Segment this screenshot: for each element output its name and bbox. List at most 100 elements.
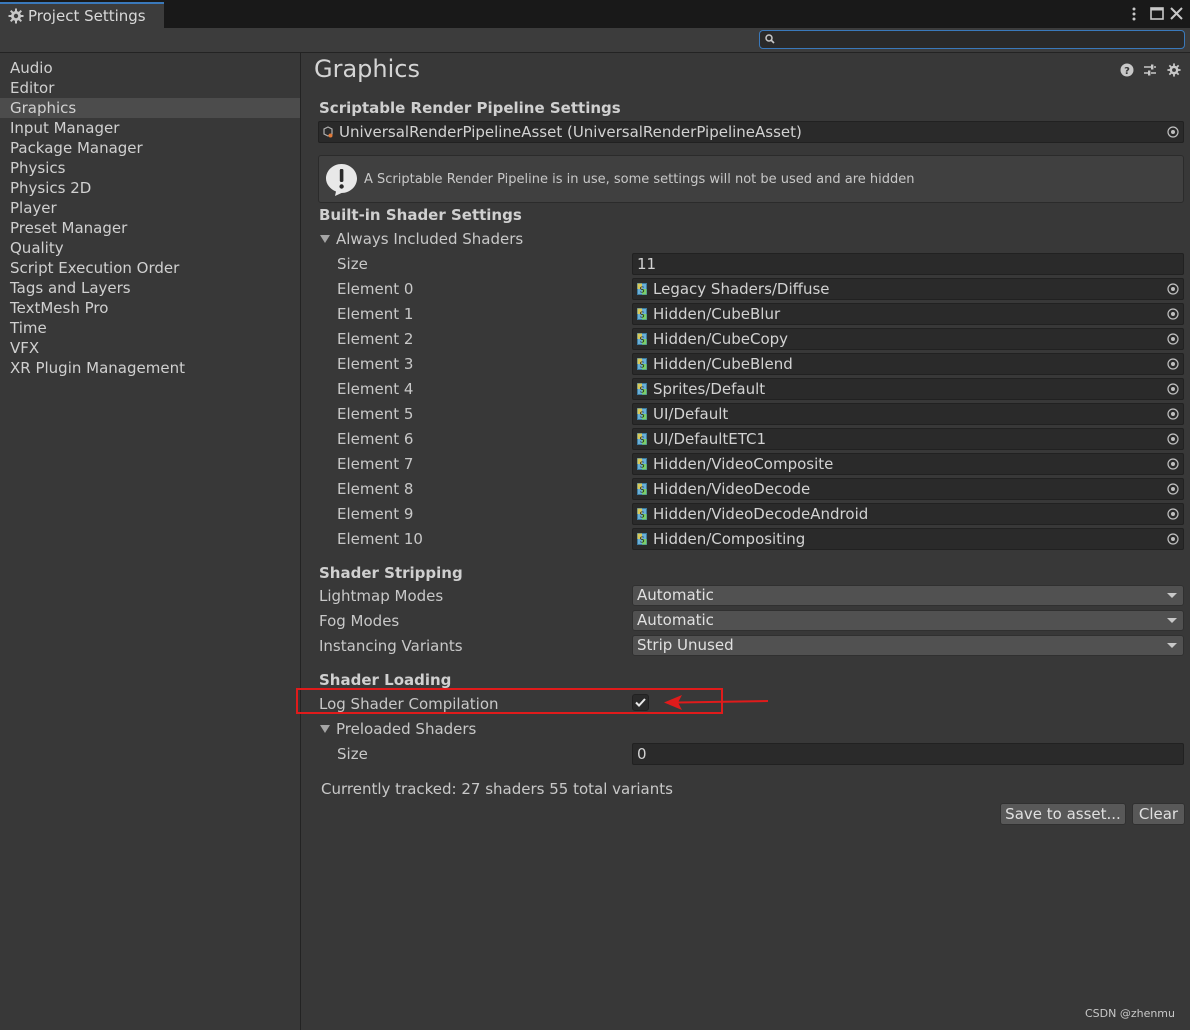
dropdown-arrow-icon	[1167, 593, 1177, 598]
object-picker-icon[interactable]	[1167, 126, 1179, 138]
shader-field[interactable]: S Hidden/Compositing	[632, 528, 1184, 550]
object-picker-icon[interactable]	[1167, 408, 1179, 420]
shader-icon: S	[637, 483, 647, 495]
object-picker-icon[interactable]	[1167, 383, 1179, 395]
shader-name: Hidden/VideoDecodeAndroid	[653, 505, 869, 523]
svg-text:S: S	[639, 461, 644, 470]
sidebar-item-graphics[interactable]: Graphics	[0, 98, 300, 118]
search-input[interactable]	[759, 30, 1185, 49]
shader-icon: S	[637, 508, 647, 520]
svg-text:S: S	[639, 361, 644, 370]
gear-icon	[8, 8, 24, 24]
page-title: Graphics	[314, 55, 420, 83]
preset-icon[interactable]	[1143, 63, 1157, 77]
settings-gear-icon[interactable]	[1167, 63, 1181, 77]
sidebar-item-physics-2d[interactable]: Physics 2D	[0, 178, 300, 198]
element-label: Element 5	[337, 405, 414, 423]
shader-field[interactable]: S UI/DefaultETC1	[632, 428, 1184, 450]
sidebar-item-editor[interactable]: Editor	[0, 78, 300, 98]
always-included-foldout[interactable]: Always Included Shaders	[320, 230, 523, 248]
preloaded-shaders-label: Preloaded Shaders	[336, 720, 477, 738]
lightmap-modes-label: Lightmap Modes	[319, 587, 444, 605]
annotation-highlight-box	[296, 688, 723, 714]
shader-field[interactable]: S Legacy Shaders/Diffuse	[632, 278, 1184, 300]
sidebar-item-time[interactable]: Time	[0, 318, 300, 338]
always-included-size-field[interactable]: 11	[632, 253, 1184, 275]
sidebar-item-textmesh-pro[interactable]: TextMesh Pro	[0, 298, 300, 318]
object-picker-icon[interactable]	[1167, 483, 1179, 495]
project-settings-tab[interactable]: Project Settings	[0, 2, 164, 28]
sidebar-item-player[interactable]: Player	[0, 198, 300, 218]
svg-text:S: S	[639, 286, 644, 295]
fog-modes-dropdown[interactable]: Automatic	[632, 610, 1184, 631]
sidebar-item-xr-plugin-management[interactable]: XR Plugin Management	[0, 358, 300, 378]
srp-help-box: A Scriptable Render Pipeline is in use, …	[318, 155, 1184, 203]
warning-info-icon	[326, 164, 357, 196]
more-options-icon[interactable]	[1130, 7, 1138, 21]
builtin-shader-heading: Built-in Shader Settings	[319, 206, 522, 224]
element-label: Element 9	[337, 505, 414, 523]
sidebar-item-tags-and-layers[interactable]: Tags and Layers	[0, 278, 300, 298]
dropdown-arrow-icon	[1167, 643, 1177, 648]
object-picker-icon[interactable]	[1167, 358, 1179, 370]
preloaded-shaders-foldout[interactable]: Preloaded Shaders	[320, 720, 476, 738]
shader-icon: S	[637, 333, 647, 345]
shader-field[interactable]: S Hidden/VideoDecodeAndroid	[632, 503, 1184, 525]
dropdown-arrow-icon	[1167, 618, 1177, 623]
annotation-arrow-icon	[664, 695, 769, 710]
sidebar-item-script-execution-order[interactable]: Script Execution Order	[0, 258, 300, 278]
preloaded-size-field[interactable]: 0	[632, 743, 1184, 765]
object-picker-icon[interactable]	[1167, 508, 1179, 520]
shader-field[interactable]: S Hidden/VideoDecode	[632, 478, 1184, 500]
svg-text:S: S	[639, 411, 644, 420]
object-picker-icon[interactable]	[1167, 308, 1179, 320]
watermark: CSDN @zhenmu	[1084, 1007, 1175, 1020]
size-label: Size	[337, 255, 368, 273]
svg-text:S: S	[639, 311, 644, 320]
clear-button[interactable]: Clear	[1132, 803, 1185, 825]
object-picker-icon[interactable]	[1167, 333, 1179, 345]
sidebar: Audio Editor Graphics Input Manager Pack…	[0, 53, 301, 1030]
sidebar-item-package-manager[interactable]: Package Manager	[0, 138, 300, 158]
object-picker-icon[interactable]	[1167, 458, 1179, 470]
shader-icon: S	[637, 458, 647, 470]
object-picker-icon[interactable]	[1167, 283, 1179, 295]
shader-field[interactable]: S Sprites/Default	[632, 378, 1184, 400]
element-label: Element 2	[337, 330, 414, 348]
shader-icon: S	[637, 533, 647, 545]
foldout-arrow-icon	[320, 235, 330, 243]
shader-stripping-heading: Shader Stripping	[319, 564, 463, 582]
sidebar-item-audio[interactable]: Audio	[0, 58, 300, 78]
object-picker-icon[interactable]	[1167, 533, 1179, 545]
shader-icon: S	[637, 358, 647, 370]
size-label: Size	[337, 745, 368, 763]
size-value: 0	[637, 745, 647, 763]
close-icon[interactable]	[1170, 7, 1183, 20]
shader-name: Hidden/CubeBlur	[653, 305, 781, 323]
shader-field[interactable]: S UI/Default	[632, 403, 1184, 425]
svg-text:S: S	[639, 486, 644, 495]
shader-field[interactable]: S Hidden/VideoComposite	[632, 453, 1184, 475]
sidebar-item-vfx[interactable]: VFX	[0, 338, 300, 358]
save-to-asset-button[interactable]: Save to asset...	[1000, 803, 1126, 825]
shader-name: Legacy Shaders/Diffuse	[653, 280, 830, 298]
shader-icon: S	[637, 283, 647, 295]
maximize-icon[interactable]	[1150, 7, 1164, 20]
instancing-variants-dropdown[interactable]: Strip Unused	[632, 635, 1184, 656]
srp-asset-field[interactable]: UniversalRenderPipelineAsset (UniversalR…	[318, 121, 1184, 143]
element-label: Element 0	[337, 280, 414, 298]
shader-field[interactable]: S Hidden/CubeBlur	[632, 303, 1184, 325]
lightmap-modes-dropdown[interactable]: Automatic	[632, 585, 1184, 606]
help-icon[interactable]: ?	[1120, 63, 1134, 77]
shader-field[interactable]: S Hidden/CubeBlend	[632, 353, 1184, 375]
object-picker-icon[interactable]	[1167, 433, 1179, 445]
sidebar-item-preset-manager[interactable]: Preset Manager	[0, 218, 300, 238]
tab-title: Project Settings	[28, 7, 146, 25]
shader-field[interactable]: S Hidden/CubeCopy	[632, 328, 1184, 350]
sidebar-item-physics[interactable]: Physics	[0, 158, 300, 178]
dropdown-value: Automatic	[637, 586, 714, 604]
svg-text:S: S	[639, 336, 644, 345]
sidebar-item-quality[interactable]: Quality	[0, 238, 300, 258]
shader-icon: S	[637, 408, 647, 420]
sidebar-item-input-manager[interactable]: Input Manager	[0, 118, 300, 138]
